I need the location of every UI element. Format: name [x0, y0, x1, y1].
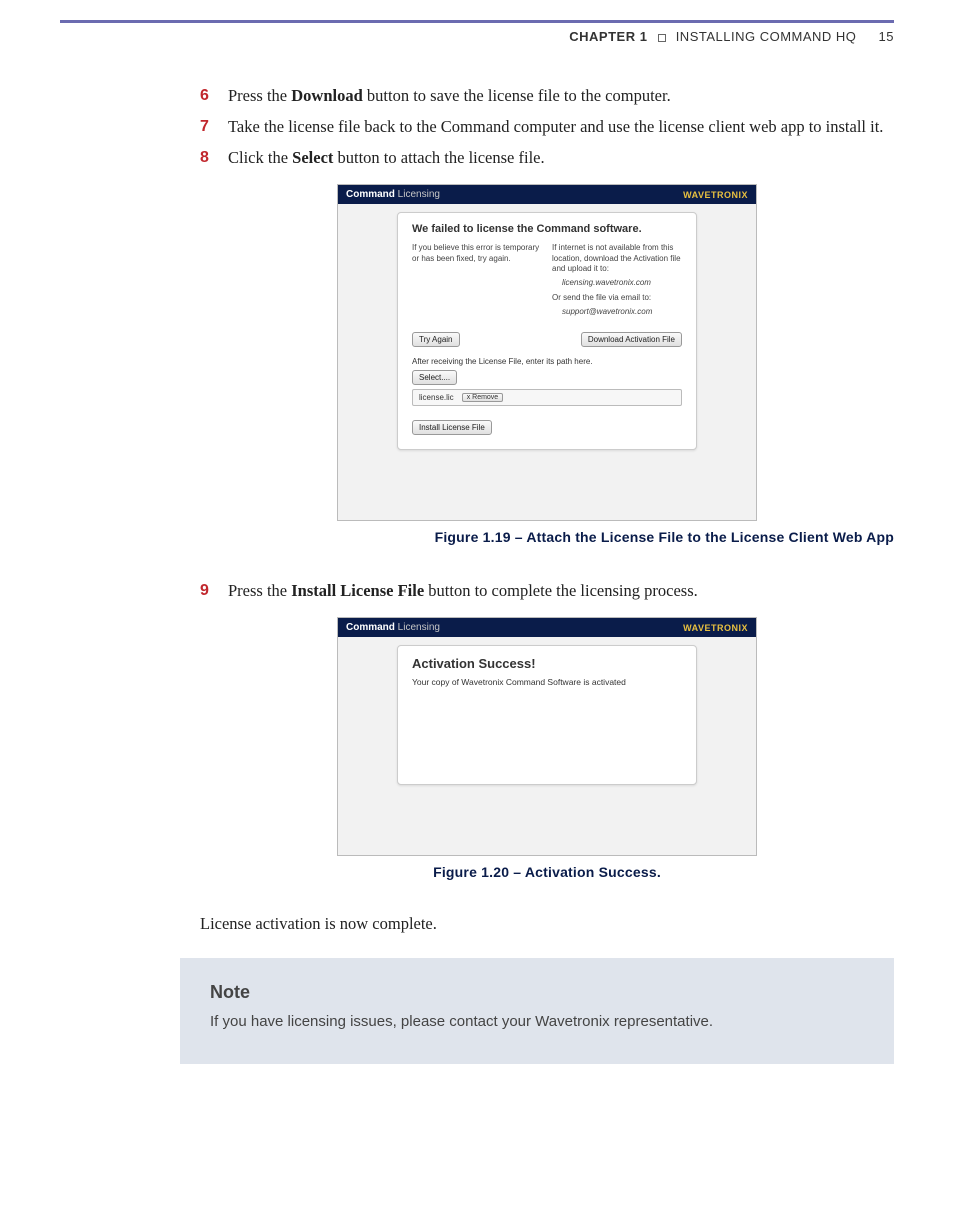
step-text: Take the license file back to the Comman… — [228, 115, 894, 140]
install-license-button[interactable]: Install License File — [412, 420, 492, 435]
button-row: Try Again Download Activation File — [412, 326, 682, 347]
note-body: If you have licensing issues, please con… — [210, 1013, 864, 1030]
selected-file-row: license.lic x Remove — [412, 389, 682, 406]
app-body: We failed to license the Command softwar… — [338, 204, 756, 519]
note-box: Note If you have licensing issues, pleas… — [180, 958, 894, 1064]
step-text: Click the Select button to attach the li… — [228, 146, 894, 171]
step-6: 6 Press the Download button to save the … — [200, 84, 894, 109]
app-title-light: Licensing — [395, 622, 440, 633]
two-column: If you believe this error is temporary o… — [412, 243, 682, 321]
app-title-light: Licensing — [395, 189, 440, 200]
success-panel: Activation Success! Your copy of Wavetro… — [397, 645, 697, 785]
step-pre: Press the — [228, 86, 291, 105]
step-number: 9 — [200, 579, 228, 604]
step-8: 8 Click the Select button to attach the … — [200, 146, 894, 171]
app-window: Command Licensing WAVETRONIX Activation … — [337, 617, 757, 856]
app-title-bold: Command — [346, 622, 395, 633]
app-window: Command Licensing WAVETRONIX We failed t… — [337, 184, 757, 520]
step-number: 6 — [200, 84, 228, 109]
try-again-button[interactable]: Try Again — [412, 332, 460, 347]
step-bold: Install License File — [291, 581, 424, 600]
figure-caption: Figure 1.20 – Activation Success. — [200, 864, 894, 880]
brand-logo: WAVETRONIX — [683, 190, 748, 200]
left-column: If you believe this error is temporary o… — [412, 243, 542, 321]
running-header: CHAPTER 1 INSTALLING COMMAND HQ 15 — [60, 29, 894, 44]
remove-file-button[interactable]: x Remove — [462, 393, 504, 402]
step-7: 7 Take the license file back to the Comm… — [200, 115, 894, 140]
figure-1-19: Command Licensing WAVETRONIX We failed t… — [200, 184, 894, 570]
brand-logo: WAVETRONIX — [683, 623, 748, 633]
figure-caption: Figure 1.19 – Attach the License File to… — [200, 529, 894, 545]
licensing-link: licensing.wavetronix.com — [562, 278, 682, 288]
step-bold: Download — [291, 86, 363, 105]
right-column: If internet is not available from this l… — [552, 243, 682, 321]
step-list-continued: 9 Press the Install License File button … — [200, 579, 894, 604]
download-activation-button[interactable]: Download Activation File — [581, 332, 682, 347]
square-icon — [658, 34, 666, 42]
after-receiving-label: After receiving the License File, enter … — [412, 357, 682, 366]
app-titlebar: Command Licensing WAVETRONIX — [338, 185, 756, 204]
step-text: Press the Download button to save the li… — [228, 84, 894, 109]
app-body: Activation Success! Your copy of Wavetro… — [338, 637, 756, 855]
page-number: 15 — [879, 29, 894, 44]
step-bold: Select — [292, 148, 333, 167]
step-list: 6 Press the Download button to save the … — [200, 84, 894, 170]
step-number: 8 — [200, 146, 228, 171]
step-9: 9 Press the Install License File button … — [200, 579, 894, 604]
step-pre: Click the — [228, 148, 292, 167]
app-title-bold: Command — [346, 189, 395, 200]
step-text: Press the Install License File button to… — [228, 579, 894, 604]
select-button[interactable]: Select.... — [412, 370, 457, 385]
selected-file-name: license.lic — [419, 393, 454, 402]
step-number: 7 — [200, 115, 228, 140]
app-title: Command Licensing — [346, 189, 440, 200]
figure-1-20: Command Licensing WAVETRONIX Activation … — [200, 617, 894, 906]
right-text: If internet is not available from this l… — [552, 243, 681, 273]
app-footer — [348, 785, 746, 845]
panel-heading: We failed to license the Command softwar… — [412, 223, 682, 235]
app-titlebar: Command Licensing WAVETRONIX — [338, 618, 756, 637]
step-post: button to save the license file to the c… — [363, 86, 671, 105]
chapter-title: INSTALLING COMMAND HQ — [676, 29, 857, 44]
left-text: If you believe this error is temporary o… — [412, 243, 539, 262]
app-title: Command Licensing — [346, 622, 440, 633]
top-rule — [60, 20, 894, 23]
note-title: Note — [210, 982, 864, 1003]
step-post: button to attach the license file. — [333, 148, 544, 167]
right-or: Or send the file via email to: — [552, 293, 651, 302]
license-panel: We failed to license the Command softwar… — [397, 212, 697, 449]
closing-paragraph: License activation is now complete. — [200, 914, 894, 934]
success-heading: Activation Success! — [412, 656, 682, 671]
app-footer — [348, 450, 746, 510]
step-pre: Press the — [228, 581, 291, 600]
support-email: support@wavetronix.com — [562, 307, 682, 317]
step-post: button to complete the licensing process… — [424, 581, 698, 600]
chapter-label: CHAPTER 1 — [569, 29, 647, 44]
success-text: Your copy of Wavetronix Command Software… — [412, 677, 682, 687]
